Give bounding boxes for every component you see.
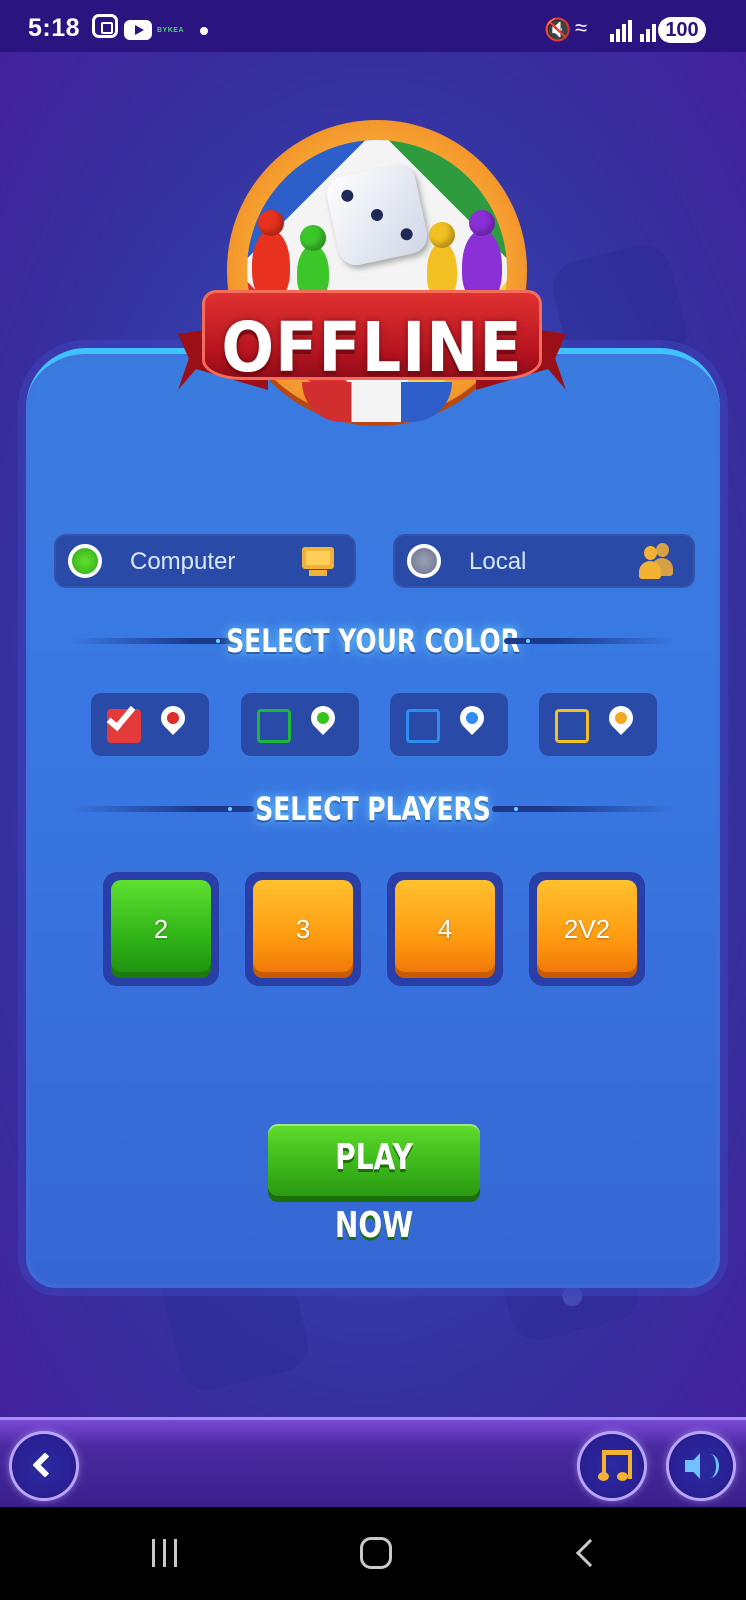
players-2v2-button[interactable]: 2V2 [529, 872, 645, 986]
mute-icon: 🔇 [544, 17, 572, 42]
battery-icon: 100 [658, 17, 706, 43]
status-time: 5:18 [28, 14, 81, 42]
color-option-blue[interactable] [390, 693, 508, 756]
color-option-green[interactable] [241, 693, 359, 756]
red-pin-icon [156, 701, 190, 735]
blue-pin-icon [455, 701, 489, 735]
signal-icon [610, 20, 632, 42]
sound-icon [685, 1453, 700, 1479]
screenshot-icon [92, 14, 118, 38]
radio-selected-icon [68, 544, 102, 578]
dice-icon [323, 161, 431, 269]
bykea-label: BYKEA [157, 27, 185, 34]
radio-unselected-icon [407, 544, 441, 578]
page-title: OFFLINE [221, 307, 523, 388]
color-option-red[interactable] [91, 693, 209, 756]
players-2-label: 2 [111, 880, 211, 978]
notification-dot [200, 27, 208, 35]
players-3-button[interactable]: 3 [245, 872, 361, 986]
play-now-label: PLAY NOW [334, 1137, 414, 1246]
bottom-bar [0, 1417, 746, 1507]
color-option-yellow[interactable] [539, 693, 657, 756]
music-button[interactable] [580, 1434, 644, 1498]
back-icon [32, 1452, 58, 1478]
status-bar: 5:18 BYKEA 🔇 ≈ 100 [0, 0, 746, 52]
checkbox-yellow-icon [555, 709, 589, 743]
recents-icon[interactable] [152, 1539, 177, 1567]
mode-local-label: Local [469, 548, 527, 575]
wifi-icon: ≈ [575, 15, 588, 40]
system-back-icon[interactable] [575, 1538, 605, 1568]
mode-local-button[interactable]: Local [393, 534, 695, 588]
checkbox-checked-icon [106, 700, 141, 743]
checkbox-blue-icon [406, 709, 440, 743]
signal-icon [640, 20, 656, 42]
youtube-icon [124, 20, 152, 40]
play-now-button[interactable]: PLAY NOW [268, 1124, 480, 1246]
users-icon [637, 543, 677, 579]
offline-logo: OFFLINE [178, 110, 566, 490]
sound-button[interactable] [669, 1434, 733, 1498]
title-ribbon: OFFLINE [202, 290, 542, 388]
heading-divider-right [492, 806, 676, 812]
sound-waves-icon [701, 1454, 719, 1478]
players-3-label: 3 [253, 880, 353, 978]
heading-divider-right [504, 638, 674, 644]
yellow-pin-icon [604, 701, 638, 735]
mode-computer-label: Computer [130, 548, 236, 575]
players-2v2-label: 2V2 [537, 880, 637, 978]
logo-board-bottom [302, 382, 452, 422]
players-4-label: 4 [395, 880, 495, 978]
checkbox-green-icon [257, 709, 291, 743]
system-nav-bar [0, 1507, 746, 1600]
mode-computer-button[interactable]: Computer [54, 534, 356, 588]
music-icon [598, 1448, 632, 1484]
green-pin-icon [306, 701, 340, 735]
back-button[interactable] [12, 1434, 76, 1498]
players-4-button[interactable]: 4 [387, 872, 503, 986]
players-2-button[interactable]: 2 [103, 872, 219, 986]
home-icon[interactable] [360, 1537, 392, 1569]
monitor-icon [298, 543, 338, 579]
